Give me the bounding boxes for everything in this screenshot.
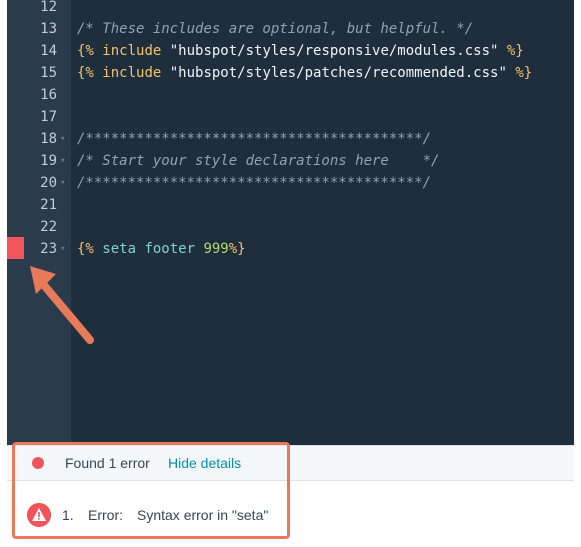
annotation-highlight-box [12, 442, 290, 539]
fold-arrow-icon[interactable]: ▾ [60, 172, 70, 194]
code-text: /* These includes are optional, but help… [77, 18, 473, 40]
code-editor-window: 12 13 /* These includes are optional, but … [0, 0, 581, 547]
code-line[interactable]: 17 [7, 106, 574, 128]
line-number: 15 [40, 65, 57, 81]
code-token: seta footer [102, 241, 204, 257]
fold-arrow-icon[interactable]: ▾ [60, 128, 70, 150]
code-line[interactable]: 20 ▾ /************************************… [7, 172, 574, 194]
code-editor[interactable]: 12 13 /* These includes are optional, but … [7, 0, 574, 445]
code-line[interactable]: 14 {% include "hubspot/styles/responsive/… [7, 40, 574, 62]
code-line[interactable]: 23 ▾ {% seta footer 999%} [7, 238, 574, 260]
line-number: 20 [40, 175, 57, 191]
line-number: 17 [40, 109, 57, 125]
code-line[interactable]: 19 ▾ /* Start your style declarations here… [7, 150, 574, 172]
code-token: {% [77, 241, 103, 257]
code-text: {% include "hubspot/styles/responsive/mo… [77, 40, 524, 62]
window-edge [574, 0, 581, 546]
code-token: include [102, 65, 170, 81]
error-line-marker[interactable] [7, 237, 24, 259]
code-token: /* Start your style declarations here */ [77, 153, 440, 169]
code-text: {% seta footer 999%} [77, 238, 246, 260]
code-token: "hubspot/styles/responsive/modules.css" [169, 43, 499, 59]
code-token: /* These includes are optional, but help… [77, 21, 474, 37]
line-number: 13 [40, 21, 57, 37]
line-number: 22 [40, 219, 57, 235]
code-text: /***************************************… [77, 128, 431, 150]
code-line[interactable]: 13 /* These includes are optional, but he… [7, 18, 574, 40]
code-token: /***************************************… [77, 175, 432, 191]
fold-arrow-icon[interactable]: ▾ [60, 238, 70, 260]
line-number: 12 [40, 0, 57, 15]
line-number: 18 [40, 131, 57, 147]
code-token: %} [506, 65, 533, 81]
code-text: /* Start your style declarations here */ [77, 150, 439, 172]
code-token: %} [498, 43, 524, 59]
line-number: 14 [40, 43, 57, 59]
line-number: 16 [40, 87, 57, 103]
code-token: {% [77, 65, 103, 81]
code-token: /***************************************… [77, 131, 432, 147]
code-line[interactable]: 15 {% include "hubspot/styles/patches/rec… [7, 62, 574, 84]
code-token: include [102, 43, 170, 59]
pointer-arrow-icon [30, 266, 94, 344]
line-number: 21 [40, 197, 57, 213]
code-text: /***************************************… [77, 172, 431, 194]
line-number: 19 [40, 153, 57, 169]
code-text: {% include "hubspot/styles/patches/recom… [77, 62, 532, 84]
code-line[interactable]: 21 [7, 194, 574, 216]
fold-arrow-icon[interactable]: ▾ [60, 150, 70, 172]
code-token: 999 [203, 241, 229, 257]
code-token: %} [228, 241, 246, 257]
code-line[interactable]: 16 [7, 84, 574, 106]
code-line[interactable]: 12 [7, 0, 574, 18]
code-token: "hubspot/styles/patches/recommended.css" [169, 65, 507, 81]
code-token: {% [77, 43, 103, 59]
code-line[interactable]: 22 [7, 216, 574, 238]
code-line[interactable]: 18 ▾ /************************************… [7, 128, 574, 150]
